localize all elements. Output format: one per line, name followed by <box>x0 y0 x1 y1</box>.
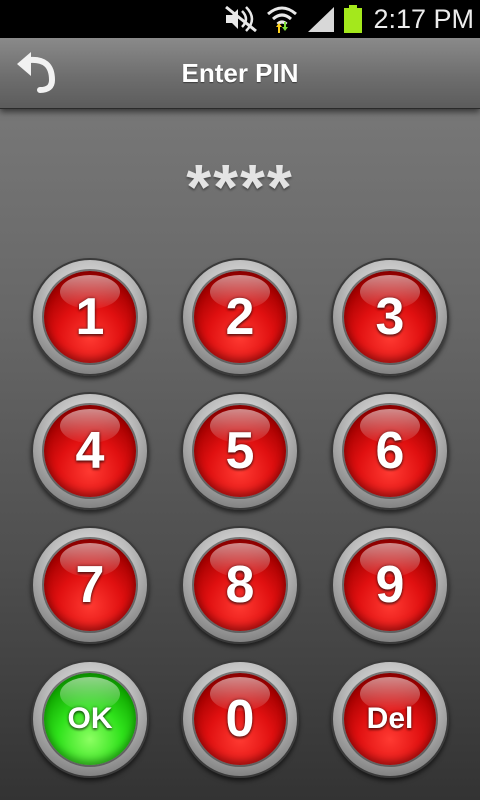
key-face: 6 <box>344 405 436 497</box>
key-face: 0 <box>194 673 286 765</box>
key-6-button[interactable]: 6 <box>331 392 449 510</box>
pin-content-area: **** 1 2 3 4 5 6 7 8 9 OK 0 Del <box>0 108 480 800</box>
key-1-button[interactable]: 1 <box>31 258 149 376</box>
key-5-button[interactable]: 5 <box>181 392 299 510</box>
key-2-button[interactable]: 2 <box>181 258 299 376</box>
delete-button[interactable]: Del <box>331 660 449 778</box>
key-face: 2 <box>194 271 286 363</box>
key-face: 8 <box>194 539 286 631</box>
key-label: 3 <box>375 288 405 346</box>
key-label: 6 <box>375 422 405 480</box>
signal-icon <box>308 7 334 32</box>
key-label: 4 <box>75 422 105 480</box>
key-face: 3 <box>344 271 436 363</box>
title-bar: Enter PIN <box>0 38 480 109</box>
key-label: 0 <box>225 690 255 748</box>
battery-icon <box>344 5 362 33</box>
key-label: 5 <box>225 422 255 480</box>
key-3-button[interactable]: 3 <box>331 258 449 376</box>
back-button[interactable] <box>12 52 58 94</box>
key-8-button[interactable]: 8 <box>181 526 299 644</box>
key-label: OK <box>67 702 113 735</box>
status-bar: 2:17 PM <box>0 0 480 38</box>
key-9-button[interactable]: 9 <box>331 526 449 644</box>
keypad: 1 2 3 4 5 6 7 8 9 OK 0 Del <box>0 108 480 800</box>
ok-button[interactable]: OK <box>31 660 149 778</box>
key-face: 4 <box>44 405 136 497</box>
key-0-button[interactable]: 0 <box>181 660 299 778</box>
key-face: 9 <box>344 539 436 631</box>
key-label: 9 <box>375 556 405 614</box>
key-label: 7 <box>75 556 105 614</box>
key-7-button[interactable]: 7 <box>31 526 149 644</box>
page-title: Enter PIN <box>181 58 299 88</box>
status-bar-clock: 2:17 PM <box>373 4 474 34</box>
key-label: 1 <box>75 288 105 346</box>
back-arrow-icon <box>17 52 56 93</box>
key-label: Del <box>366 702 414 735</box>
wifi-icon <box>267 6 297 33</box>
key-face: 7 <box>44 539 136 631</box>
silent-mode-icon <box>225 5 257 33</box>
key-face: OK <box>44 673 136 765</box>
key-label: 8 <box>225 556 255 614</box>
key-face: 1 <box>44 271 136 363</box>
pin-entry-screen: 2:17 PM Enter PIN **** 1 2 3 4 5 6 7 8 9… <box>0 0 480 800</box>
key-face: 5 <box>194 405 286 497</box>
key-face: Del <box>344 673 436 765</box>
key-4-button[interactable]: 4 <box>31 392 149 510</box>
key-label: 2 <box>225 288 255 346</box>
